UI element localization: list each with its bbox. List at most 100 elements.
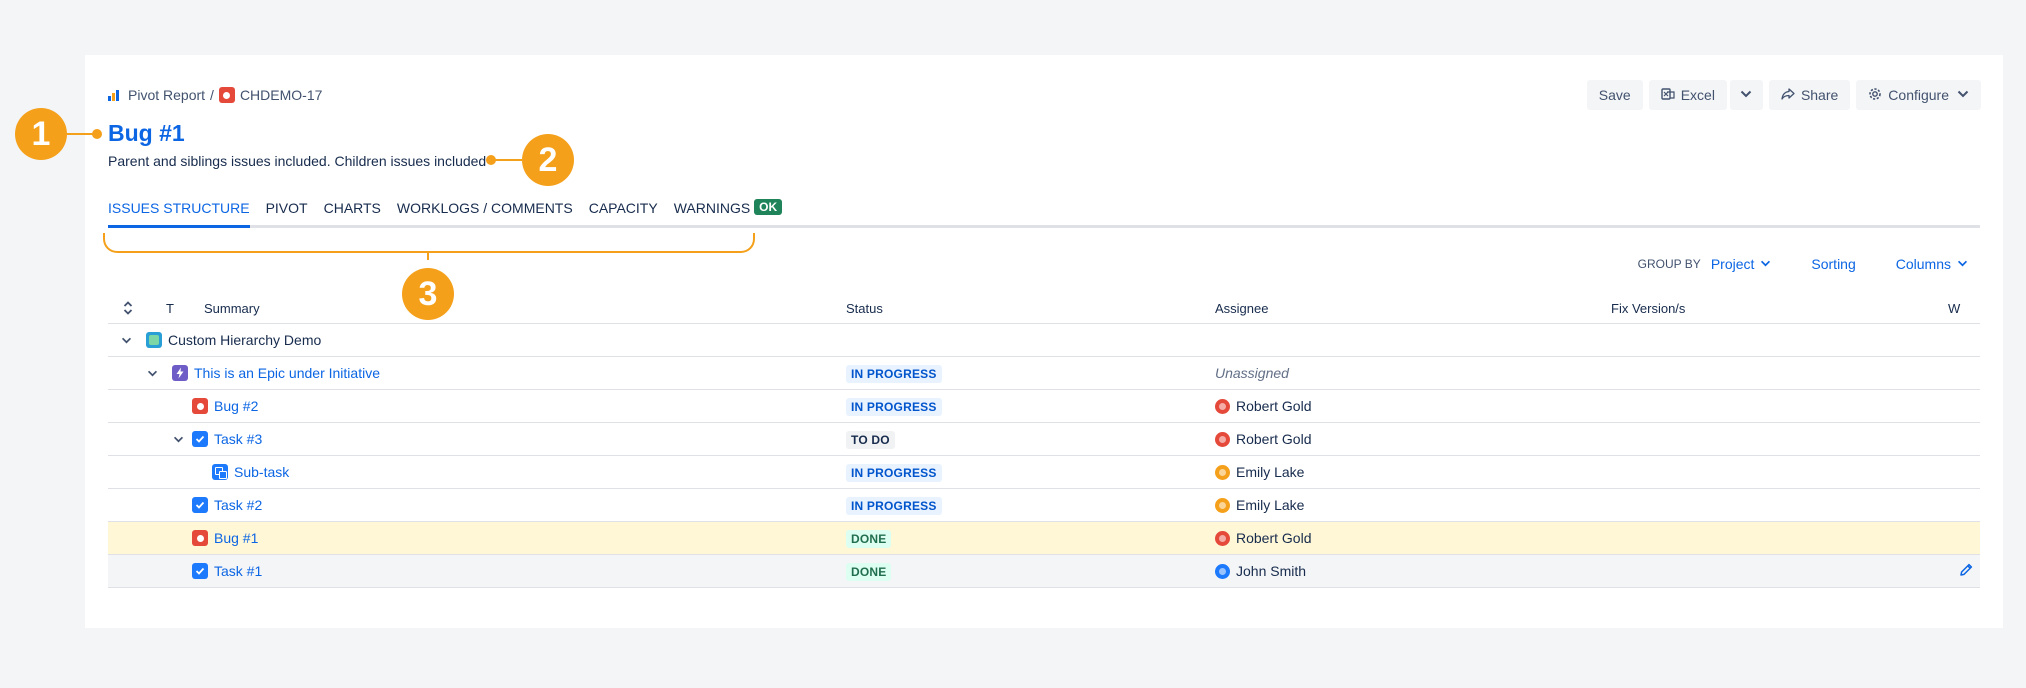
chevron-down-icon[interactable]: [172, 436, 184, 443]
issue-link[interactable]: Sub-task: [234, 464, 289, 480]
toolbar: Save Excel Share Configure: [1586, 80, 1981, 110]
header-status: Status: [846, 301, 883, 316]
status-cell: IN PROGRESS: [846, 464, 942, 482]
page-subtitle: Parent and siblings issues included. Chi…: [108, 153, 487, 169]
tab-worklogs-comments[interactable]: WORKLOGS / COMMENTS: [397, 200, 573, 228]
tab-charts[interactable]: CHARTS: [324, 200, 381, 228]
header-w: W: [1948, 301, 1961, 316]
status-badge: OK: [754, 199, 783, 215]
callout-1-dot: [92, 129, 102, 139]
bug-icon: [192, 530, 208, 546]
tab-issues-structure[interactable]: ISSUES STRUCTURE: [108, 200, 250, 228]
excel-button[interactable]: Excel: [1648, 80, 1727, 110]
tab-bar: ISSUES STRUCTURE PIVOT CHARTS WORKLOGS /…: [108, 199, 798, 228]
chevron-down-icon[interactable]: [120, 337, 132, 344]
bug-icon: [218, 87, 235, 103]
tab-capacity[interactable]: CAPACITY: [589, 200, 658, 228]
subtask-icon: [212, 464, 228, 480]
summary-cell: Custom Hierarchy Demo: [120, 324, 321, 356]
issue-link[interactable]: Task #1: [214, 563, 262, 579]
assignee-cell: Robert Gold: [1215, 390, 1311, 422]
assignee-name: John Smith: [1236, 563, 1307, 579]
issue-link[interactable]: Bug #2: [214, 398, 258, 414]
summary-cell: Task #1: [192, 555, 262, 587]
table-row[interactable]: Task #1 DONE John Smith: [108, 555, 1980, 588]
excel-button-label: Excel: [1680, 87, 1715, 103]
chevron-down-icon: [1740, 89, 1752, 101]
callout-2-dot: [486, 155, 496, 165]
configure-button-label: Configure: [1888, 87, 1949, 103]
share-button[interactable]: Share: [1768, 80, 1851, 110]
columns-label: Columns: [1895, 256, 1951, 272]
header-assignee: Assignee: [1215, 301, 1269, 316]
tab-label: CAPACITY: [588, 200, 658, 216]
configure-button[interactable]: Configure: [1856, 80, 1981, 110]
issue-link[interactable]: Task #2: [214, 497, 262, 513]
table-row[interactable]: This is an Epic under Initiative IN PROG…: [108, 357, 1980, 390]
summary-cell: This is an Epic under Initiative: [146, 357, 380, 389]
table-row[interactable]: Sub-task IN PROGRESS Emily Lake: [108, 456, 1980, 489]
assignee-cell: Unassigned: [1215, 357, 1289, 389]
table-header: T Summary Status Assignee Fix Version/s …: [108, 294, 1980, 324]
avatar: [1215, 431, 1230, 447]
excel-dropdown-button[interactable]: [1729, 80, 1763, 110]
assignee-name: Robert Gold: [1236, 431, 1312, 447]
summary-cell: Bug #1: [192, 522, 258, 554]
sorting-button[interactable]: Sorting: [1811, 256, 1855, 272]
header-type: T: [166, 301, 174, 316]
task-checkbox-icon: [192, 431, 208, 447]
assignee-cell: Emily Lake: [1215, 489, 1304, 521]
summary-cell: Bug #2: [192, 390, 258, 422]
assignee-name: Robert Gold: [1236, 530, 1312, 546]
share-button-label: Share: [1800, 87, 1839, 103]
issue-link[interactable]: Bug #1: [214, 530, 258, 546]
breadcrumb-root-link[interactable]: Pivot Report: [128, 87, 205, 103]
save-button-label: Save: [1598, 87, 1631, 103]
issue-link[interactable]: This is an Epic under Initiative: [194, 365, 380, 381]
chevron-down-icon: [1957, 90, 1969, 101]
assignee-name: Robert Gold: [1236, 398, 1312, 414]
columns-dropdown[interactable]: Columns: [1896, 256, 1968, 272]
tab-label: CHARTS: [323, 200, 381, 216]
assignee-cell: John Smith: [1215, 555, 1306, 587]
tab-label: WARNINGS: [673, 200, 751, 216]
summary-cell: Task #2: [192, 489, 262, 521]
group-by-dropdown[interactable]: Project: [1711, 256, 1772, 272]
epic-icon: [172, 365, 188, 381]
status-lozenge: IN PROGRESS: [846, 497, 942, 515]
table-row[interactable]: Custom Hierarchy Demo: [108, 324, 1980, 357]
group-by-value: Project: [1710, 256, 1755, 272]
table-row[interactable]: Task #3 TO DO Robert Gold: [108, 423, 1980, 456]
avatar: [1215, 563, 1230, 579]
breadcrumb-issue-link[interactable]: CHDEMO-17: [240, 87, 322, 103]
assignee-name: Emily Lake: [1236, 464, 1305, 480]
sorting-label: Sorting: [1811, 256, 1856, 272]
group-by-label: GROUP BY: [1637, 257, 1701, 271]
expand-collapse-all-icon[interactable]: [123, 300, 133, 319]
table-row[interactable]: Bug #2 IN PROGRESS Robert Gold: [108, 390, 1980, 423]
bug-icon: [192, 398, 208, 414]
callout-2: 2: [522, 134, 574, 186]
table-row[interactable]: Task #2 IN PROGRESS Emily Lake: [108, 489, 1980, 522]
tab-pivot[interactable]: PIVOT: [266, 200, 308, 228]
save-button[interactable]: Save: [1586, 80, 1643, 110]
assignee-cell: Emily Lake: [1215, 456, 1304, 488]
issues-table: T Summary Status Assignee Fix Version/s …: [108, 294, 1980, 588]
summary-text: Custom Hierarchy Demo: [168, 332, 322, 348]
tab-label: ISSUES STRUCTURE: [108, 200, 250, 216]
breadcrumb-separator: /: [210, 87, 214, 103]
issue-link[interactable]: Task #3: [214, 431, 262, 447]
assignee-cell: Robert Gold: [1215, 423, 1311, 455]
assignee-cell: Robert Gold: [1215, 522, 1311, 554]
chevron-down-icon[interactable]: [146, 370, 158, 377]
tab-warnings[interactable]: WARNINGS OK: [673, 199, 783, 228]
status-lozenge: IN PROGRESS: [846, 464, 942, 482]
avatar: [1215, 530, 1230, 546]
header-summary: Summary: [204, 301, 260, 316]
task-checkbox-icon: [192, 563, 208, 579]
table-row-current-issue[interactable]: Bug #1 DONE Robert Gold: [108, 522, 1980, 555]
status-cell: IN PROGRESS: [846, 398, 942, 416]
pencil-edit-icon[interactable]: [1958, 562, 1974, 578]
project-icon: [146, 332, 162, 348]
excel-button-group: Excel: [1648, 80, 1763, 110]
